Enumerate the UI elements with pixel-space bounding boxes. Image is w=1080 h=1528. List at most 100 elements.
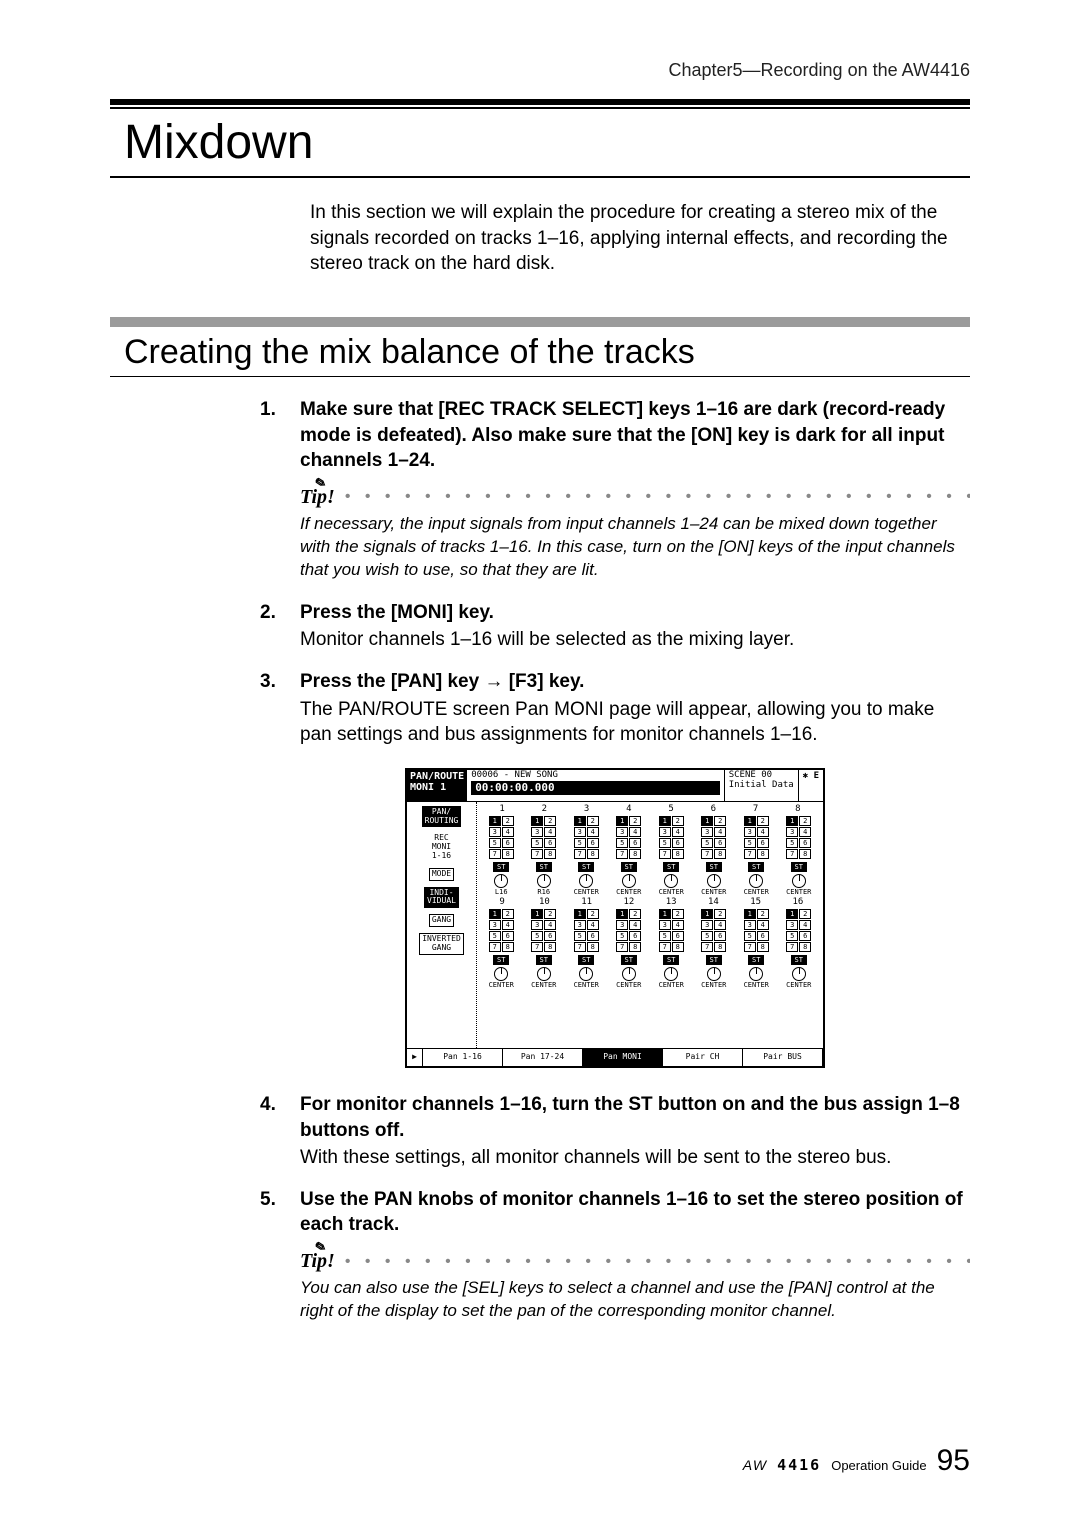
- st-button[interactable]: ST: [791, 862, 807, 872]
- bus-assign-button[interactable]: 1: [659, 816, 671, 826]
- bus-assign-button[interactable]: 2: [629, 816, 641, 826]
- pan-knob[interactable]: [537, 967, 551, 981]
- bus-assign-button[interactable]: 8: [799, 849, 811, 859]
- bus-assign-button[interactable]: 4: [799, 920, 811, 930]
- bus-assign-button[interactable]: 3: [616, 827, 628, 837]
- bus-assign-button[interactable]: 3: [659, 827, 671, 837]
- bus-assign-button[interactable]: 7: [701, 942, 713, 952]
- bus-assign-button[interactable]: 7: [744, 942, 756, 952]
- bus-assign-button[interactable]: 3: [744, 920, 756, 930]
- bus-assign-button[interactable]: 4: [672, 827, 684, 837]
- bus-assign-button[interactable]: 3: [489, 920, 501, 930]
- bus-assign-button[interactable]: 3: [701, 920, 713, 930]
- bus-assign-button[interactable]: 7: [531, 849, 543, 859]
- bus-assign-button[interactable]: 5: [574, 931, 586, 941]
- bus-assign-button[interactable]: 6: [502, 931, 514, 941]
- bus-assign-button[interactable]: 1: [531, 909, 543, 919]
- st-button[interactable]: ST: [536, 862, 552, 872]
- bus-assign-button[interactable]: 8: [502, 942, 514, 952]
- bus-assign-button[interactable]: 8: [502, 849, 514, 859]
- st-button[interactable]: ST: [578, 955, 594, 965]
- bus-assign-button[interactable]: 3: [744, 827, 756, 837]
- bus-assign-button[interactable]: 7: [786, 942, 798, 952]
- bus-assign-button[interactable]: 7: [574, 849, 586, 859]
- pan-routing-button[interactable]: PAN/ ROUTING: [422, 806, 462, 828]
- pan-knob[interactable]: [707, 874, 721, 888]
- tab-pan-moni[interactable]: Pan MONI: [583, 1049, 663, 1066]
- bus-assign-button[interactable]: 2: [757, 816, 769, 826]
- pan-knob[interactable]: [622, 874, 636, 888]
- bus-assign-button[interactable]: 5: [744, 838, 756, 848]
- bus-assign-button[interactable]: 6: [587, 931, 599, 941]
- bus-assign-button[interactable]: 4: [799, 827, 811, 837]
- bus-assign-button[interactable]: 6: [672, 931, 684, 941]
- bus-assign-button[interactable]: 2: [502, 909, 514, 919]
- tab-pair-ch[interactable]: Pair CH: [663, 1049, 743, 1066]
- bus-assign-button[interactable]: 4: [629, 827, 641, 837]
- bus-assign-button[interactable]: 2: [672, 909, 684, 919]
- bus-assign-button[interactable]: 8: [757, 942, 769, 952]
- bus-assign-button[interactable]: 1: [616, 909, 628, 919]
- bus-assign-button[interactable]: 5: [786, 838, 798, 848]
- st-button[interactable]: ST: [791, 955, 807, 965]
- bus-assign-button[interactable]: 1: [574, 909, 586, 919]
- bus-assign-button[interactable]: 7: [744, 849, 756, 859]
- bus-assign-button[interactable]: 5: [701, 838, 713, 848]
- bus-assign-button[interactable]: 6: [757, 931, 769, 941]
- bus-assign-button[interactable]: 4: [714, 827, 726, 837]
- bus-assign-button[interactable]: 1: [786, 909, 798, 919]
- bus-assign-button[interactable]: 2: [757, 909, 769, 919]
- bus-assign-button[interactable]: 2: [587, 816, 599, 826]
- bus-assign-button[interactable]: 8: [672, 942, 684, 952]
- bus-assign-button[interactable]: 1: [744, 909, 756, 919]
- bus-assign-button[interactable]: 7: [574, 942, 586, 952]
- st-button[interactable]: ST: [663, 862, 679, 872]
- gang-button[interactable]: GANG: [429, 914, 454, 927]
- bus-assign-button[interactable]: 8: [629, 849, 641, 859]
- bus-assign-button[interactable]: 7: [616, 849, 628, 859]
- pan-knob[interactable]: [707, 967, 721, 981]
- st-button[interactable]: ST: [748, 862, 764, 872]
- bus-assign-button[interactable]: 5: [616, 838, 628, 848]
- bus-assign-button[interactable]: 4: [587, 827, 599, 837]
- st-button[interactable]: ST: [578, 862, 594, 872]
- bus-assign-button[interactable]: 2: [544, 909, 556, 919]
- bus-assign-button[interactable]: 7: [531, 942, 543, 952]
- bus-assign-button[interactable]: 2: [672, 816, 684, 826]
- bus-assign-button[interactable]: 8: [587, 942, 599, 952]
- bus-assign-button[interactable]: 6: [629, 931, 641, 941]
- st-button[interactable]: ST: [706, 862, 722, 872]
- bus-assign-button[interactable]: 5: [531, 838, 543, 848]
- bus-assign-button[interactable]: 5: [616, 931, 628, 941]
- bus-assign-button[interactable]: 4: [672, 920, 684, 930]
- st-button[interactable]: ST: [536, 955, 552, 965]
- bus-assign-button[interactable]: 6: [629, 838, 641, 848]
- bus-assign-button[interactable]: 6: [799, 931, 811, 941]
- individual-button[interactable]: INDI- VIDUAL: [424, 887, 459, 909]
- bus-assign-button[interactable]: 8: [587, 849, 599, 859]
- bus-assign-button[interactable]: 1: [489, 816, 501, 826]
- pan-knob[interactable]: [664, 874, 678, 888]
- bus-assign-button[interactable]: 3: [574, 920, 586, 930]
- bus-assign-button[interactable]: 8: [757, 849, 769, 859]
- bus-assign-button[interactable]: 4: [544, 827, 556, 837]
- bus-assign-button[interactable]: 6: [544, 931, 556, 941]
- bus-assign-button[interactable]: 1: [531, 816, 543, 826]
- pan-knob[interactable]: [792, 967, 806, 981]
- bus-assign-button[interactable]: 4: [629, 920, 641, 930]
- bus-assign-button[interactable]: 6: [714, 931, 726, 941]
- bus-assign-button[interactable]: 5: [701, 931, 713, 941]
- bus-assign-button[interactable]: 5: [489, 838, 501, 848]
- bus-assign-button[interactable]: 1: [489, 909, 501, 919]
- bus-assign-button[interactable]: 1: [786, 816, 798, 826]
- st-button[interactable]: ST: [621, 955, 637, 965]
- play-icon[interactable]: ▶: [407, 1049, 423, 1066]
- bus-assign-button[interactable]: 2: [799, 816, 811, 826]
- bus-assign-button[interactable]: 3: [701, 827, 713, 837]
- bus-assign-button[interactable]: 3: [786, 827, 798, 837]
- bus-assign-button[interactable]: 8: [714, 849, 726, 859]
- bus-assign-button[interactable]: 2: [714, 909, 726, 919]
- bus-assign-button[interactable]: 4: [502, 920, 514, 930]
- bus-assign-button[interactable]: 7: [659, 849, 671, 859]
- bus-assign-button[interactable]: 3: [616, 920, 628, 930]
